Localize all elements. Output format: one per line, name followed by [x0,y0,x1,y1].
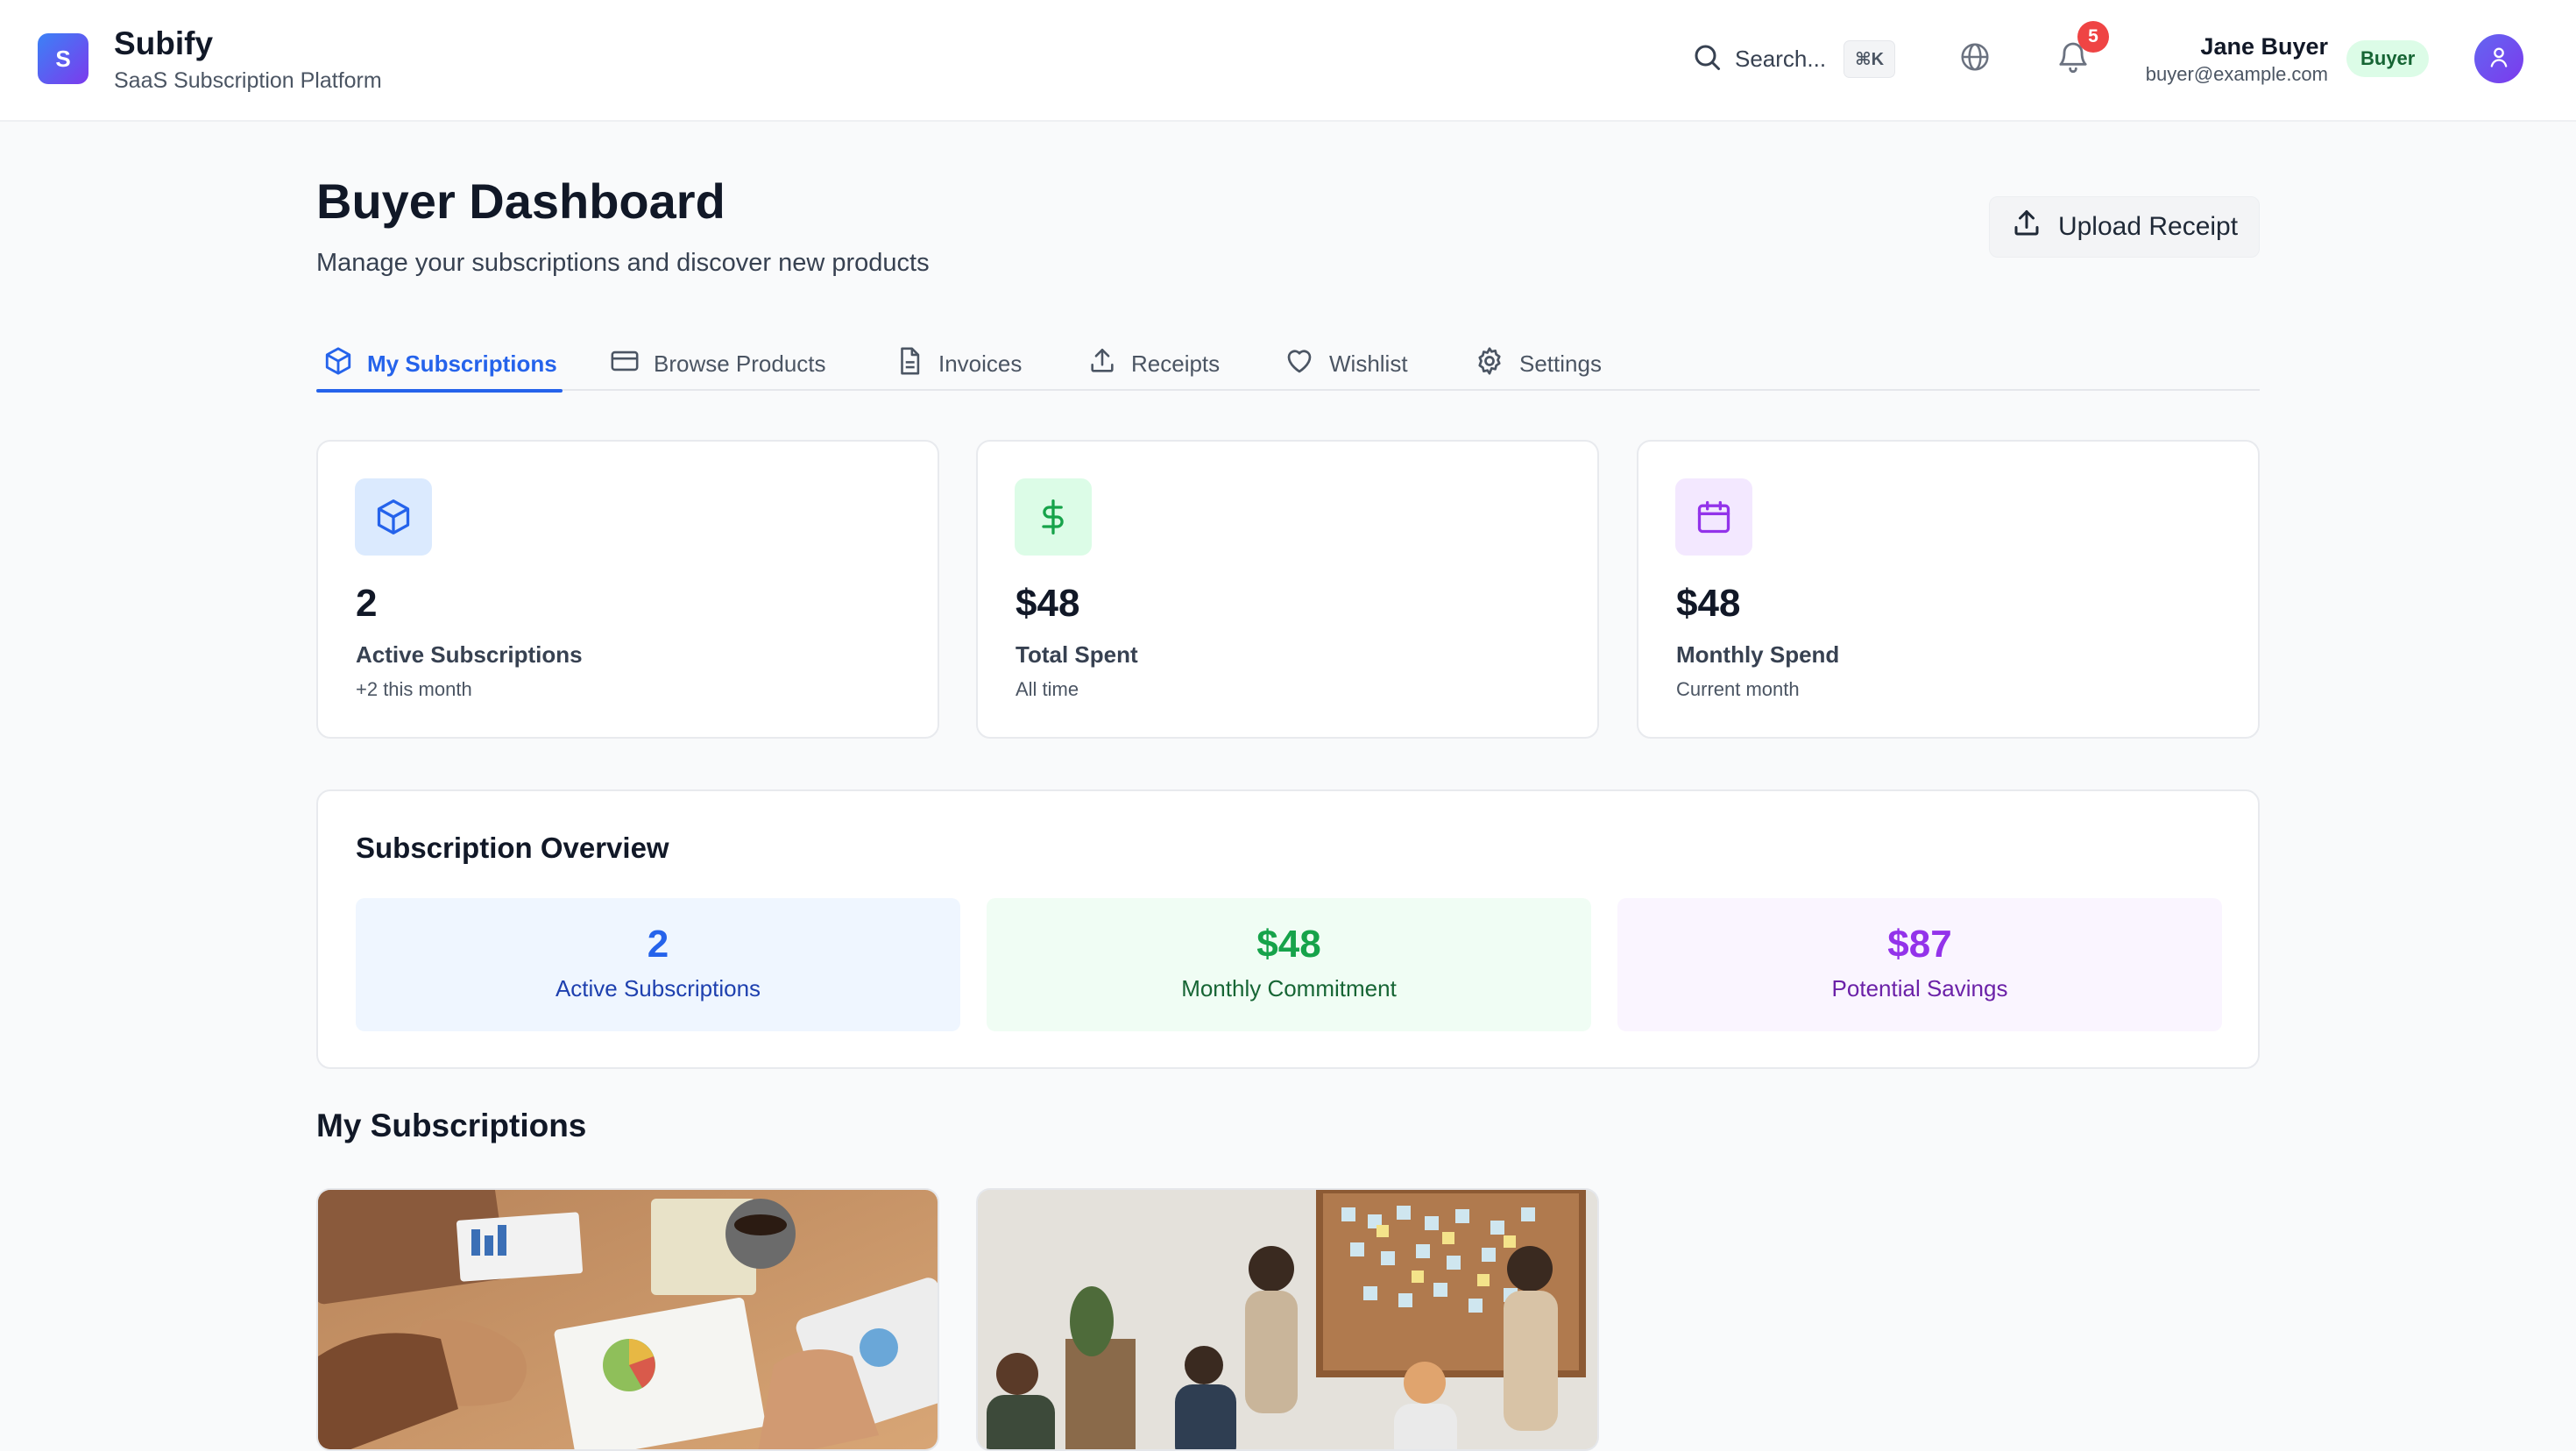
search-placeholder: Search... [1735,45,1827,72]
overview-value: $48 [1256,923,1321,966]
stat-label: Monthly Spend [1676,641,1840,668]
heart-icon [1284,345,1315,383]
tab-label: Browse Products [654,350,826,377]
overview-label: Monthly Commitment [1181,975,1397,1002]
stat-value: $48 [1016,582,1080,625]
upload-icon [2011,208,2042,246]
tab-wishlist[interactable]: Wishlist [1284,336,1408,391]
stat-value: 2 [356,582,378,625]
tab-label: Invoices [938,350,1023,377]
dollar-icon [1015,478,1092,556]
search-icon [1691,41,1723,77]
package-icon [355,478,432,556]
avatar[interactable] [2474,34,2523,83]
upload-receipt-button[interactable]: Upload Receipt [1989,196,2260,258]
stat-label: Total Spent [1016,641,1138,668]
document-icon [895,346,924,382]
overview-monthly-commitment: $48 Monthly Commitment [987,898,1591,1031]
user-icon [2487,45,2511,74]
tab-browse-products[interactable]: Browse Products [610,336,826,391]
subscription-overview-card: Subscription Overview 2 Active Subscript… [316,789,2260,1069]
stat-card-active-subscriptions: 2 Active Subscriptions +2 this month [316,440,939,739]
globe-icon [1958,40,1992,78]
brand-tagline: SaaS Subscription Platform [114,68,382,93]
stat-subtext: +2 this month [356,678,472,700]
search-button[interactable]: Search... ⌘K [1691,37,1896,81]
stat-card-total-spent: $48 Total Spent All time [976,440,1599,739]
my-subscriptions-heading: My Subscriptions [316,1108,587,1143]
user-info[interactable]: Jane Buyer buyer@example.com [2146,32,2328,88]
page-title: Buyer Dashboard [316,173,725,229]
user-email: buyer@example.com [2145,63,2328,85]
upload-icon [1087,346,1117,382]
calendar-icon [1675,478,1752,556]
stat-subtext: All time [1016,678,1079,700]
overview-value: 2 [647,923,669,966]
tab-invoices[interactable]: Invoices [895,336,1022,391]
subscription-card[interactable] [316,1188,939,1451]
tab-label: Wishlist [1329,350,1408,377]
subscription-card[interactable] [976,1188,1599,1451]
brand-logo[interactable]: S [38,33,88,84]
overview-active-subscriptions: 2 Active Subscriptions [356,898,960,1031]
tab-label: My Subscriptions [367,350,557,377]
credit-card-icon [610,346,640,382]
gear-icon [1474,345,1505,383]
search-shortcut: ⌘K [1844,39,1896,78]
overview-title: Subscription Overview [356,832,669,864]
tab-my-subscriptions[interactable]: My Subscriptions [316,336,563,393]
tab-label: Receipts [1131,350,1221,377]
tab-label: Settings [1519,350,1602,377]
page-subtitle: Manage your subscriptions and discover n… [316,249,930,277]
overview-label: Potential Savings [1831,975,2008,1002]
tab-receipts[interactable]: Receipts [1087,336,1220,391]
upload-receipt-label: Upload Receipt [2057,212,2239,241]
overview-value: $87 [1887,923,1952,966]
stat-subtext: Current month [1676,678,1800,700]
package-icon [323,346,353,382]
subscription-image [318,1190,938,1449]
top-header: S Subify SaaS Subscription Platform Sear… [0,0,2576,122]
notification-count-badge: 5 [2077,21,2109,53]
language-button[interactable] [1953,37,1997,81]
stat-label: Active Subscriptions [356,641,583,668]
tab-bar: My Subscriptions Browse Products Invoice… [316,336,2260,393]
stat-card-monthly-spend: $48 Monthly Spend Current month [1637,440,2260,739]
user-name: Jane Buyer [2200,33,2328,60]
overview-label: Active Subscriptions [555,975,761,1002]
stat-value: $48 [1676,582,1741,625]
overview-potential-savings: $87 Potential Savings [1617,898,2222,1031]
subscription-image [978,1190,1597,1449]
role-badge: Buyer [2346,40,2430,77]
tab-settings[interactable]: Settings [1474,336,1602,391]
brand-name: Subify [114,25,214,61]
